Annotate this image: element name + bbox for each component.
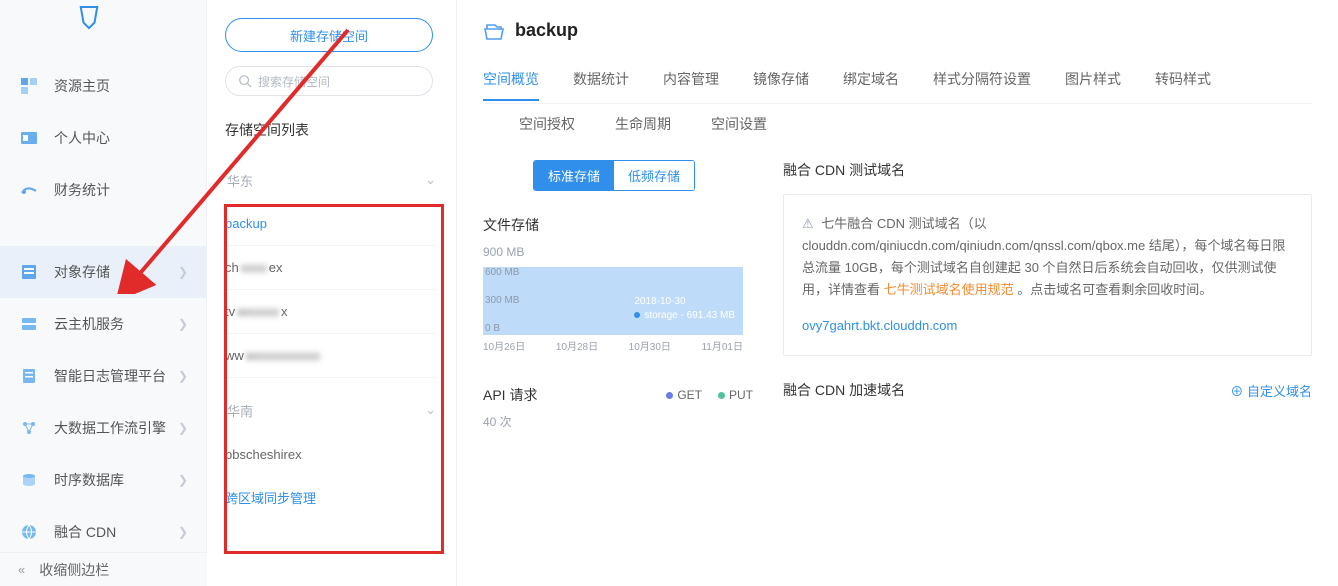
tab-transcode[interactable]: 转码样式 [1155, 63, 1211, 101]
api-count: 40 次 [483, 413, 753, 430]
toggle-standard[interactable]: 标准存储 [534, 161, 614, 190]
cdn-test-domain-link[interactable]: ovy7gahrt.bkt.clouddn.com [802, 318, 957, 333]
nav-spacer [0, 216, 206, 246]
chevron-down-icon: ⌄ [425, 172, 436, 188]
search-placeholder: 搜索存储空间 [258, 73, 330, 90]
tab-mirror[interactable]: 镜像存储 [753, 63, 809, 101]
cdn-test-title: 融合 CDN 测试域名 [783, 160, 1312, 180]
search-icon [238, 74, 252, 88]
chevron-right-icon: ❯ [178, 369, 188, 383]
nav-label: 财务统计 [54, 180, 188, 200]
ytick-300: 300 MB [485, 295, 519, 306]
region-label: 华东 [227, 171, 253, 190]
nav-resource-home[interactable]: 资源主页 [0, 60, 206, 112]
button-label: 新建存储空间 [290, 26, 368, 45]
bucket-list-title: 存储空间列表 [225, 120, 438, 140]
nav-cdn[interactable]: 融合 CDN ❯ [0, 506, 206, 558]
nav-label: 云主机服务 [54, 314, 178, 334]
nav-finance[interactable]: 财务统计 [0, 164, 206, 216]
nav-personal-center[interactable]: 个人中心 [0, 112, 206, 164]
tabs-row1: 空间概览 数据统计 内容管理 镜像存储 绑定域名 样式分隔符设置 图片样式 转码… [483, 63, 1312, 104]
bucket-item[interactable]: tvwxxxxxx [225, 290, 438, 334]
cdn-accel-title: 融合 CDN 加速域名 [783, 380, 905, 400]
toggle-lowfreq[interactable]: 低频存储 [614, 161, 694, 190]
logo [0, 0, 206, 32]
collapse-sidebar[interactable]: « 收缩侧边栏 [0, 552, 207, 586]
cdn-test-note: ⚠ 七牛融合 CDN 测试域名（以 clouddn.com/qiniucdn.c… [783, 194, 1312, 356]
nav-tsdb[interactable]: 时序数据库 ❯ [0, 454, 206, 506]
tab-image-style[interactable]: 图片样式 [1065, 63, 1121, 101]
tab-content[interactable]: 内容管理 [663, 63, 719, 101]
chevron-right-icon: ❯ [178, 473, 188, 487]
region-south[interactable]: 华南 ⌄ [225, 388, 438, 432]
nav-label: 资源主页 [54, 76, 188, 96]
storage-icon [18, 261, 40, 283]
nav-cloud-server[interactable]: 云主机服务 ❯ [0, 298, 206, 350]
chevron-right-icon: ❯ [178, 525, 188, 539]
bucket-item[interactable]: chxxxxex [225, 246, 438, 290]
bucket-item[interactable]: bbscheshirex [225, 432, 438, 476]
home-icon [18, 75, 40, 97]
cdn-rule-link[interactable]: 七牛测试域名使用规范 [884, 282, 1014, 297]
region-label: 华南 [227, 401, 253, 420]
nav-bigdata[interactable]: 大数据工作流引擎 ❯ [0, 402, 206, 454]
nav-log-platform[interactable]: 智能日志管理平台 ❯ [0, 350, 206, 402]
search-bucket-input[interactable]: 搜索存储空间 [225, 66, 433, 96]
collapse-label: 收缩侧边栏 [39, 560, 109, 580]
tab-overview[interactable]: 空间概览 [483, 63, 539, 101]
ytick-0: 0 B [485, 323, 500, 334]
finance-icon [18, 179, 40, 201]
file-storage-current: 900 MB [483, 245, 753, 259]
tsdb-icon [18, 469, 40, 491]
plus-icon: ⊕ [1230, 384, 1247, 399]
tab-lifecycle[interactable]: 生命周期 [615, 114, 671, 134]
bigdata-icon [18, 417, 40, 439]
nav-label: 个人中心 [54, 128, 188, 148]
tab-separator[interactable]: 样式分隔符设置 [933, 63, 1031, 101]
nav-label: 智能日志管理平台 [54, 366, 178, 386]
chart-x-axis: 10月26日 10月28日 10月30日 11月01日 [483, 338, 743, 353]
server-icon [18, 313, 40, 335]
bucket-icon [483, 21, 505, 41]
warning-icon: ⚠ [802, 216, 814, 231]
nav-object-storage[interactable]: 对象存储 ❯ [0, 246, 206, 298]
bucket-name: bbscheshirex [225, 447, 302, 462]
api-legend: GET PUT [666, 388, 753, 402]
tabs-row2: 空间授权 生命周期 空间设置 [519, 114, 1312, 134]
nav-label: 大数据工作流引擎 [54, 418, 178, 438]
storage-chart: 600 MB 300 MB 0 B 2018-10-30 storage - 6… [483, 267, 743, 351]
cross-region-sync[interactable]: 跨区域同步管理 [225, 488, 438, 507]
user-icon [18, 127, 40, 149]
api-requests-title: API 请求 [483, 385, 537, 405]
tab-stats[interactable]: 数据统计 [573, 63, 629, 101]
bucket-title: backup [515, 20, 578, 41]
bucket-name: backup [225, 216, 267, 231]
nav-label: 融合 CDN [54, 522, 178, 542]
storage-type-toggle: 标准存储 低频存储 [533, 160, 695, 191]
tab-auth[interactable]: 空间授权 [519, 114, 575, 134]
nav-label: 时序数据库 [54, 470, 178, 490]
chevron-down-icon: ⌄ [425, 402, 436, 418]
chevron-right-icon: ❯ [178, 421, 188, 435]
bucket-name: ww [225, 348, 244, 363]
ytick-600: 600 MB [485, 267, 519, 278]
bucket-item-backup[interactable]: backup [225, 202, 438, 246]
region-east[interactable]: 华东 ⌄ [225, 158, 438, 202]
nav-label: 对象存储 [54, 262, 178, 282]
cdn-icon [18, 521, 40, 543]
tab-settings[interactable]: 空间设置 [711, 114, 767, 134]
tab-domain[interactable]: 绑定域名 [843, 63, 899, 101]
brand-icon [78, 6, 100, 30]
chevron-right-icon: ❯ [178, 265, 188, 279]
new-bucket-button[interactable]: 新建存储空间 [225, 18, 433, 52]
log-icon [18, 365, 40, 387]
bucket-item[interactable]: wwwxxxxxxxxxx [225, 334, 438, 378]
chart-tooltip: 2018-10-30 storage - 691.43 MB [634, 295, 735, 323]
chevron-right-icon: ❯ [178, 317, 188, 331]
bucket-name: tv [225, 304, 235, 319]
chevron-left-icon: « [18, 562, 25, 577]
file-storage-title: 文件存储 [483, 215, 753, 235]
add-custom-domain[interactable]: ⊕ 自定义域名 [1230, 381, 1312, 400]
bucket-name: ch [225, 260, 239, 275]
